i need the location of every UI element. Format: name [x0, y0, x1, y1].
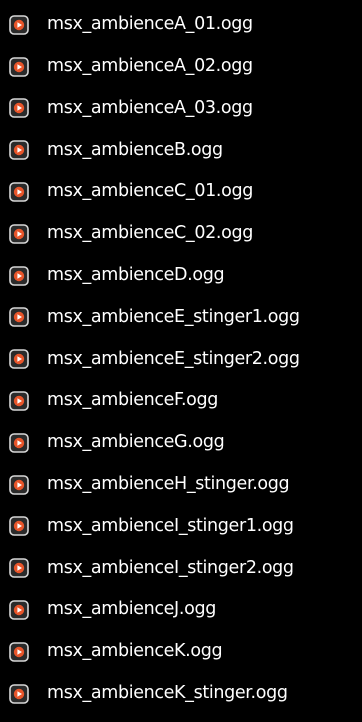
media-file-icon: [9, 307, 29, 328]
file-name: msx_ambienceI_stinger1.ogg: [47, 515, 294, 536]
file-name: msx_ambienceD.ogg: [47, 264, 225, 285]
file-list-item[interactable]: msx_ambienceJ.ogg: [0, 589, 362, 631]
file-name: msx_ambienceA_01.ogg: [47, 14, 253, 35]
file-list-item[interactable]: msx_ambienceA_02.ogg: [0, 46, 362, 88]
file-list-item[interactable]: msx_ambienceC_02.ogg: [0, 213, 362, 255]
file-list-item[interactable]: msx_ambienceG.ogg: [0, 422, 362, 464]
media-file-icon: [9, 683, 29, 704]
media-file-icon: [9, 516, 29, 537]
media-file-icon: [9, 56, 29, 77]
file-name: msx_ambienceF.ogg: [47, 390, 219, 411]
file-list-item[interactable]: msx_ambienceK_stinger.ogg: [0, 673, 362, 715]
file-list-item[interactable]: msx_ambienceI_stinger1.ogg: [0, 506, 362, 548]
file-name: msx_ambienceA_02.ogg: [47, 55, 253, 76]
file-name: msx_ambienceI_stinger2.ogg: [47, 557, 294, 578]
media-file-icon: [9, 140, 29, 161]
file-name: msx_ambienceE_stinger1.ogg: [47, 306, 300, 327]
file-list-item[interactable]: msx_ambienceB.ogg: [0, 129, 362, 171]
file-list-item[interactable]: msx_ambienceA_03.ogg: [0, 88, 362, 130]
file-name: msx_ambienceE_stinger2.ogg: [47, 348, 300, 369]
file-name: msx_ambienceC_02.ogg: [47, 223, 253, 244]
media-file-icon: [9, 224, 29, 244]
media-file-icon: [9, 15, 29, 35]
file-list-item[interactable]: msx_ambienceE_stinger2.ogg: [0, 338, 362, 380]
file-list-item[interactable]: msx_ambienceF.ogg: [0, 380, 362, 422]
file-name: msx_ambienceJ.ogg: [47, 599, 216, 620]
file-name: msx_ambienceK_stinger.ogg: [47, 682, 288, 703]
media-file-icon: [9, 433, 29, 453]
file-name: msx_ambienceG.ogg: [47, 432, 225, 453]
file-name: msx_ambienceK.ogg: [47, 641, 223, 662]
file-name: msx_ambienceB.ogg: [47, 139, 223, 160]
file-list: msx_ambienceA_01.ogg msx_ambienceA_02.og…: [0, 0, 362, 722]
file-list-item[interactable]: msx_ambienceD.ogg: [0, 255, 362, 297]
file-name: msx_ambienceC_01.ogg: [47, 181, 253, 202]
media-file-icon: [9, 474, 29, 495]
file-list-item[interactable]: msx_ambienceK.ogg: [0, 631, 362, 673]
media-file-icon: [9, 558, 29, 579]
media-file-icon: [9, 265, 29, 286]
media-file-icon: [9, 600, 29, 620]
file-name: msx_ambienceA_03.ogg: [47, 97, 253, 118]
media-file-icon: [9, 182, 29, 202]
file-list-item[interactable]: msx_ambienceA_01.ogg: [0, 4, 362, 46]
media-file-icon: [9, 98, 29, 119]
file-list-item[interactable]: msx_ambienceH_stinger.ogg: [0, 464, 362, 506]
file-list-item[interactable]: msx_ambienceE_stinger1.ogg: [0, 297, 362, 339]
media-file-icon: [9, 349, 29, 370]
file-name: msx_ambienceH_stinger.ogg: [47, 473, 290, 494]
media-file-icon: [9, 391, 29, 411]
media-file-icon: [9, 642, 29, 662]
file-list-item[interactable]: msx_ambienceI_stinger2.ogg: [0, 547, 362, 589]
file-list-item[interactable]: msx_ambienceC_01.ogg: [0, 171, 362, 213]
